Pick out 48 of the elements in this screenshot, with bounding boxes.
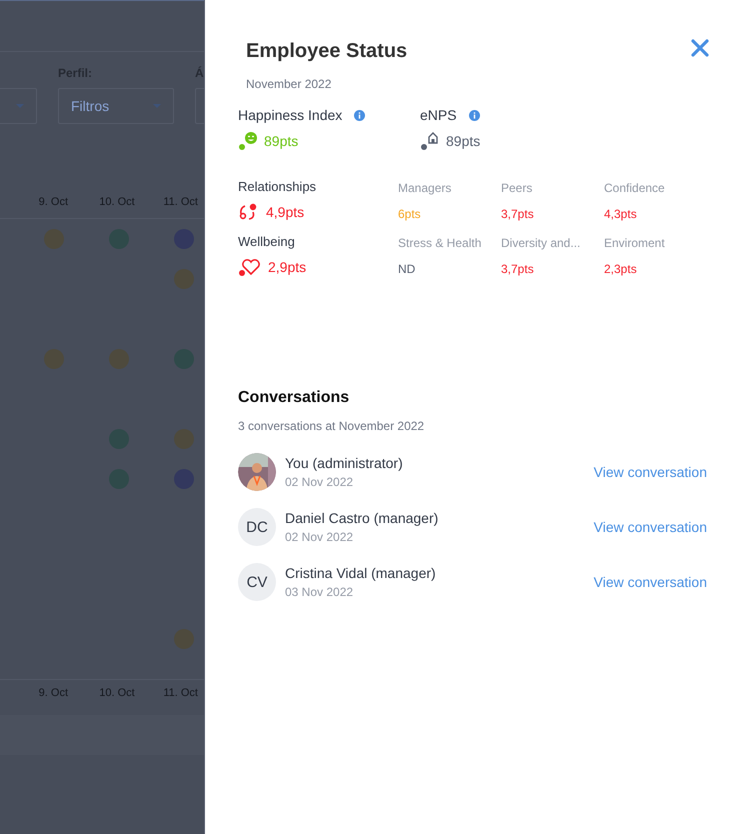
factor-label: Diversity and... — [501, 236, 582, 250]
dimension-value: 4,9pts — [266, 204, 304, 220]
smiley-icon — [238, 131, 258, 151]
info-icon[interactable] — [354, 110, 366, 120]
conversation-date: 02 Nov 2022 — [285, 530, 354, 544]
dimension-label: Wellbeing — [238, 234, 296, 249]
index-label: Happiness Index — [238, 107, 342, 123]
panel-subtitle: November 2022 — [246, 77, 332, 91]
factor-value: 4,3pts — [604, 207, 638, 221]
axis-label: 9. Oct — [38, 687, 69, 701]
house-icon — [420, 131, 440, 151]
factor-label: Managers — [398, 181, 452, 195]
conversation-date: 03 Nov 2022 — [285, 585, 354, 599]
axis-label: 9. Oct — [38, 196, 69, 210]
axis-label: 11. Oct — [162, 687, 199, 701]
factor-value: 3,7pts — [501, 262, 535, 276]
conversation-name: Daniel Castro (manager) — [285, 510, 440, 526]
view-conversation-link[interactable]: View conversation — [594, 574, 707, 590]
section-title: Conversations — [238, 389, 350, 407]
close-icon — [691, 39, 709, 57]
dimension-label: Relationships — [238, 179, 318, 194]
axis-label: 10. Oct — [98, 687, 136, 701]
panel-title: Employee Status — [246, 40, 408, 63]
axis-label: 10. Oct — [98, 196, 136, 210]
conversation-date: 02 Nov 2022 — [285, 475, 354, 489]
factor-label: Confidence — [604, 181, 666, 195]
filter-dropdown[interactable]: Filtros — [58, 88, 174, 124]
factor-label: Enviroment — [604, 236, 666, 250]
index-value: 89pts — [446, 133, 480, 149]
factor-label: Peers — [501, 181, 534, 195]
factor-value: 6pts — [398, 207, 422, 221]
dimension-value: 2,9pts — [268, 259, 306, 275]
view-conversation-link[interactable]: View conversation — [594, 519, 707, 535]
conversations-summary: 3 conversations at November 2022 — [238, 419, 426, 433]
conversation-name: Cristina Vidal (manager) — [285, 565, 437, 581]
factor-value: 2,3pts — [604, 262, 638, 276]
index-value: 89pts — [264, 133, 298, 149]
heart-icon — [238, 257, 260, 277]
avatar: DC — [238, 508, 276, 546]
avatar: CV — [238, 563, 276, 601]
factor-value: ND — [398, 262, 416, 276]
info-icon[interactable] — [468, 110, 480, 120]
factor-label: Stress & Health — [398, 236, 482, 250]
view-conversation-link[interactable]: View conversation — [594, 464, 707, 480]
axis-label: 11. Oct — [162, 196, 199, 210]
factor-value: 3,7pts — [501, 207, 535, 221]
index-label: eNPS — [420, 107, 457, 123]
conversation-name: You (administrator) — [285, 455, 404, 471]
